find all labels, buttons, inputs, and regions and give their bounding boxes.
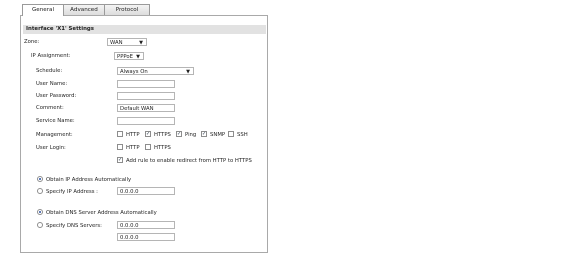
obtain-ip-label: Obtain IP Address Automatically [46, 177, 132, 183]
dns-server-2-input[interactable]: 0.0.0.0 [117, 233, 175, 241]
comment-input[interactable]: Default WAN [117, 104, 175, 112]
management-ping-label: Ping [185, 132, 197, 138]
zone-label: Zone: [24, 39, 40, 45]
user-login-http-checkbox[interactable] [117, 144, 123, 150]
obtain-ip-radio[interactable] [37, 176, 43, 182]
ip-address-input[interactable]: 0.0.0.0 [117, 187, 175, 195]
user-password-input[interactable] [117, 92, 175, 100]
service-name-label: Service Name: [36, 118, 75, 124]
specify-ip-label: Specify IP Address : [46, 189, 98, 195]
ip-assignment-value: PPPoE [117, 54, 133, 60]
management-label: Management: [36, 132, 73, 138]
specify-dns-radio[interactable] [37, 222, 43, 228]
management-ping-checkbox[interactable]: ✓ [176, 131, 182, 137]
tab-advanced[interactable]: Advanced [63, 4, 105, 15]
schedule-label: Schedule: [36, 68, 63, 74]
chevron-down-icon: ▼ [136, 54, 140, 60]
zone-value: WAN [110, 40, 123, 46]
schedule-value: Always On [120, 69, 148, 75]
obtain-dns-radio[interactable] [37, 209, 43, 215]
management-ssh-checkbox[interactable] [228, 131, 234, 137]
specify-dns-label: Specify DNS Servers: [46, 223, 102, 229]
section-title: Interface 'X1' Settings [23, 25, 266, 34]
chevron-down-icon: ▼ [186, 69, 190, 75]
user-name-label: User Name: [36, 81, 68, 87]
ip-assignment-label: IP Assignment: [31, 53, 71, 59]
redirect-rule-checkbox[interactable]: ✓ [117, 157, 123, 163]
management-https-label: HTTPS [154, 132, 171, 138]
user-login-https-label: HTTPS [154, 145, 171, 151]
management-http-label: HTTP [126, 132, 140, 138]
dns-server-1-input[interactable]: 0.0.0.0 [117, 221, 175, 229]
service-name-input[interactable] [117, 117, 175, 125]
tab-general[interactable]: General [22, 4, 64, 16]
ip-assignment-select[interactable]: PPPoE ▼ [114, 52, 144, 60]
user-name-input[interactable] [117, 80, 175, 88]
obtain-dns-label: Obtain DNS Server Address Automatically [46, 210, 157, 216]
specify-ip-radio[interactable] [37, 188, 43, 194]
user-login-https-checkbox[interactable] [145, 144, 151, 150]
management-https-checkbox[interactable]: ✓ [145, 131, 151, 137]
management-snmp-label: SNMP [210, 132, 226, 138]
user-password-label: User Password: [36, 93, 77, 99]
redirect-rule-label: Add rule to enable redirect from HTTP to… [126, 158, 252, 164]
comment-label: Comment: [36, 105, 64, 111]
tab-protocol[interactable]: Protocol [104, 4, 150, 15]
zone-select[interactable]: WAN ▼ [107, 38, 147, 46]
management-http-checkbox[interactable] [117, 131, 123, 137]
management-ssh-label: SSH [237, 132, 248, 138]
user-login-label: User Login: [36, 145, 66, 151]
management-snmp-checkbox[interactable]: ✓ [201, 131, 207, 137]
schedule-select[interactable]: Always On ▼ [117, 67, 194, 75]
user-login-http-label: HTTP [126, 145, 140, 151]
settings-panel: Interface 'X1' Settings Zone: WAN ▼ IP A… [20, 15, 268, 253]
chevron-down-icon: ▼ [139, 40, 143, 46]
